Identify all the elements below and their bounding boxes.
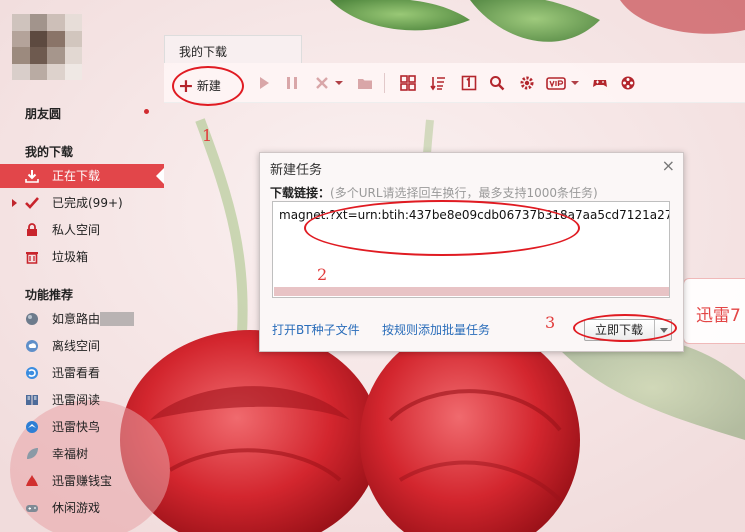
delete-icon[interactable] (314, 75, 330, 91)
annotation-number: 2 (317, 265, 328, 284)
sidebar-header-my-downloads: 我的下载 (25, 145, 74, 159)
sidebar-item-label: 已完成(99+) (52, 196, 123, 210)
sidebar-item-label: 离线空间 (52, 339, 101, 353)
gamepad-icon (26, 505, 38, 512)
annotation-circle-new (172, 66, 244, 106)
link-label: 下载链接：(多个URL请选择回车换行，最多支持1000条任务) (270, 186, 598, 200)
sidebar-item-feature[interactable]: 幸福树 (0, 442, 164, 466)
toolbar: + 新建 (164, 63, 745, 103)
expand-arrow-icon[interactable] (12, 199, 17, 207)
chevron-down-icon[interactable] (570, 75, 580, 91)
search-icon[interactable] (489, 75, 505, 91)
sidebar-item-feature[interactable]: 迅雷阅读 (0, 388, 164, 412)
sidebar-item-private-space[interactable]: 私人空间 (0, 218, 164, 242)
sidebar-item-completed[interactable]: 已完成(99+) (0, 191, 164, 215)
sidebar-item-label: 正在下载 (52, 169, 101, 183)
sidebar-item-label: 迅雷阅读 (52, 393, 101, 407)
router-globe-icon (26, 313, 38, 325)
sidebar-item-feature[interactable]: 迅雷赚钱宝 (0, 469, 164, 493)
open-bt-torrent-link[interactable]: 打开BT种子文件 (272, 321, 360, 338)
sidebar-item-feature[interactable]: 如意路由 (0, 307, 164, 331)
toolbar-divider (384, 73, 385, 93)
notification-dot-icon (144, 109, 149, 114)
sidebar-item-feature[interactable]: 离线空间 (0, 334, 164, 358)
leaf-icon (27, 448, 38, 459)
sidebar-item-label: 垃圾箱 (52, 250, 89, 264)
xunlei-promo-card[interactable]: 迅雷7 (683, 278, 745, 344)
priority-icon[interactable] (461, 75, 477, 91)
vip-icon[interactable] (546, 75, 566, 91)
sidebar-item-label: 迅雷看看 (52, 366, 101, 380)
play-icon[interactable] (256, 75, 272, 91)
kankan-icon (26, 367, 38, 379)
horizontal-scrollbar[interactable] (274, 287, 669, 296)
film-reel-icon[interactable] (620, 75, 636, 91)
close-icon[interactable]: × (662, 156, 675, 175)
sidebar-item-label: 迅雷赚钱宝 (52, 474, 113, 488)
annotation-number: 1 (202, 126, 213, 145)
sidebar-item-friends[interactable]: 朋友圆 (25, 105, 61, 122)
pause-icon[interactable] (284, 75, 300, 91)
sidebar-item-feature[interactable]: 休闲游戏 (0, 496, 164, 520)
bird-icon (26, 421, 38, 433)
link-hint: (多个URL请选择回车换行，最多支持1000条任务) (330, 186, 598, 200)
money-box-icon (26, 475, 38, 486)
blurred-region (100, 312, 134, 326)
sidebar-item-feature[interactable]: 迅雷快鸟 (0, 415, 164, 439)
annotation-ellipse-download (573, 314, 677, 342)
game-controller-icon[interactable] (592, 75, 608, 91)
sidebar-item-label: 如意路由 (52, 312, 101, 326)
book-icon (26, 395, 38, 405)
download-icon (25, 170, 39, 183)
dialog-title: 新建任务 (270, 163, 323, 178)
trash-icon (26, 252, 38, 264)
sidebar-item-label: 幸福树 (52, 447, 89, 461)
checkmark-icon (25, 197, 39, 209)
grid-view-icon[interactable] (400, 75, 416, 91)
lock-icon (27, 223, 37, 236)
offline-cloud-icon (26, 340, 38, 352)
sidebar-item-label: 休闲游戏 (52, 501, 101, 515)
chevron-down-icon[interactable] (334, 75, 344, 91)
avatar[interactable] (12, 14, 82, 80)
annotation-number: 3 (545, 313, 556, 332)
annotation-ellipse-link (304, 200, 580, 256)
folder-icon[interactable] (357, 75, 373, 91)
sort-icon[interactable] (430, 75, 446, 91)
tab-my-downloads[interactable]: 我的下载 (164, 35, 302, 63)
sidebar-item-feature[interactable]: 迅雷看看 (0, 361, 164, 385)
sidebar-item-label: 私人空间 (52, 223, 101, 237)
tab-label: 我的下载 (179, 45, 228, 59)
sidebar-item-trash[interactable]: 垃圾箱 (0, 245, 164, 269)
sidebar-item-label: 迅雷快鸟 (52, 420, 101, 434)
batch-add-link[interactable]: 按规则添加批量任务 (382, 321, 490, 338)
sidebar-item-downloading[interactable]: 正在下载 (0, 164, 164, 188)
promo-text: 迅雷7 (696, 306, 741, 326)
sidebar-header-features: 功能推荐 (25, 288, 74, 302)
gear-icon[interactable] (519, 75, 535, 91)
